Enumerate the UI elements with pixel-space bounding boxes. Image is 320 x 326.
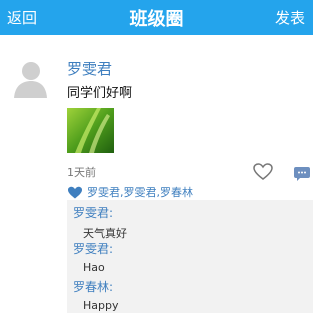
likes-row: 罗雯君,罗雯君,罗春林 — [67, 184, 193, 200]
comment-text: Happy — [83, 299, 119, 312]
comment-bubble-icon[interactable] — [293, 166, 311, 181]
top-bar: 返回 班级圈 发表 — [0, 0, 313, 35]
comments-section: 罗雯君: 天气真好 罗雯君: Hao 罗春林: Happy — [67, 200, 313, 313]
post-time: 1天前 — [67, 166, 96, 179]
post-author[interactable]: 罗雯君 — [67, 58, 112, 79]
comment-item[interactable]: 罗雯君: Hao — [73, 240, 113, 274]
avatar-icon[interactable] — [11, 58, 49, 98]
comment-author[interactable]: 罗春林: — [73, 278, 119, 295]
post-text: 同学们好啊 — [67, 86, 133, 101]
likers-list[interactable]: 罗雯君,罗雯君,罗春林 — [87, 184, 193, 200]
comment-author[interactable]: 罗雯君: — [73, 204, 127, 221]
publish-button[interactable]: 发表 — [275, 7, 305, 28]
post-photo[interactable] — [67, 108, 114, 153]
heart-outline-icon[interactable] — [253, 163, 273, 181]
comment-text: 天气真好 — [83, 227, 127, 240]
comment-text: Hao — [83, 261, 105, 274]
comment-author[interactable]: 罗雯君: — [73, 240, 113, 257]
comment-item[interactable]: 罗雯君: 天气真好 — [73, 204, 127, 241]
heart-filled-icon — [67, 185, 83, 199]
page-title: 班级圈 — [129, 9, 184, 30]
comment-item[interactable]: 罗春林: Happy — [73, 278, 119, 312]
